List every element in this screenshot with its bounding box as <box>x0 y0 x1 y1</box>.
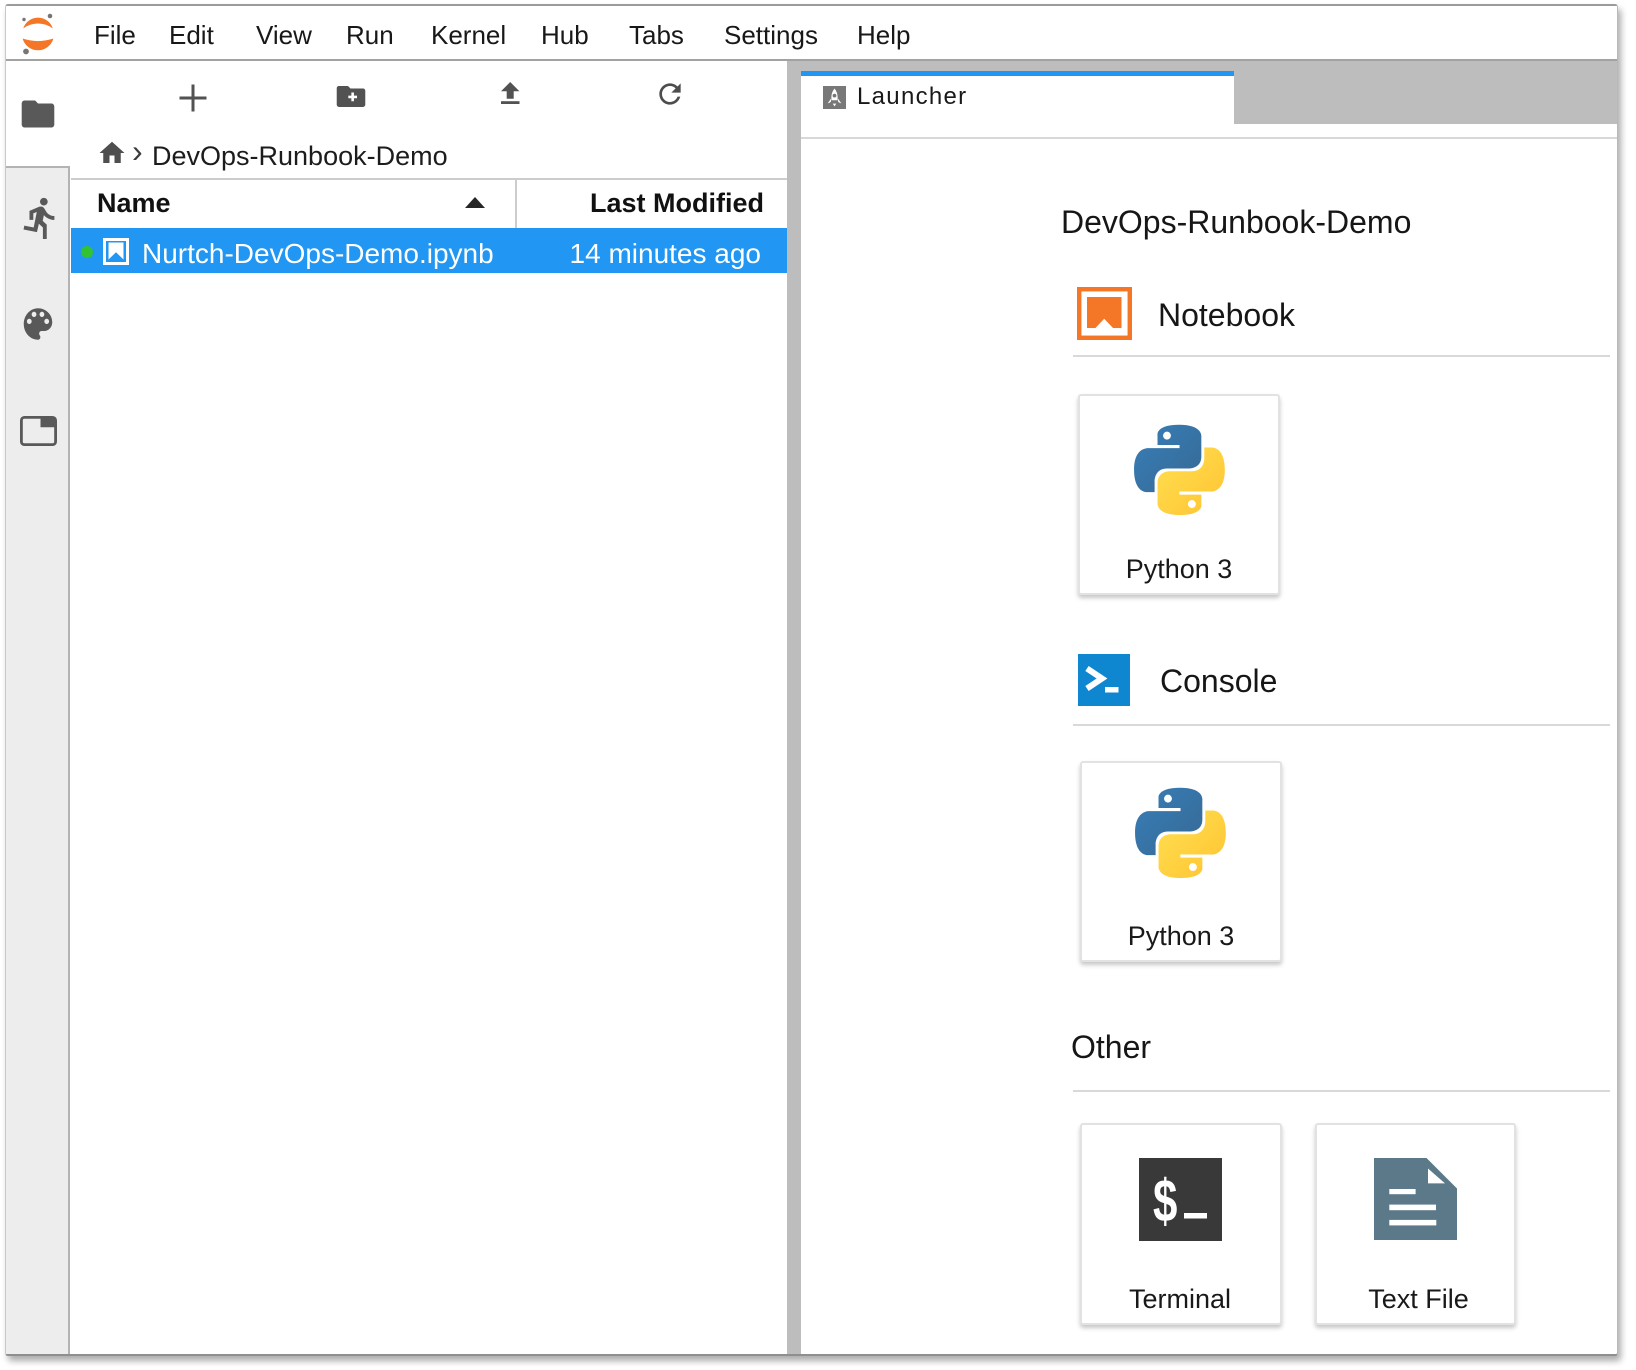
svg-text:$: $ <box>1153 1168 1177 1235</box>
